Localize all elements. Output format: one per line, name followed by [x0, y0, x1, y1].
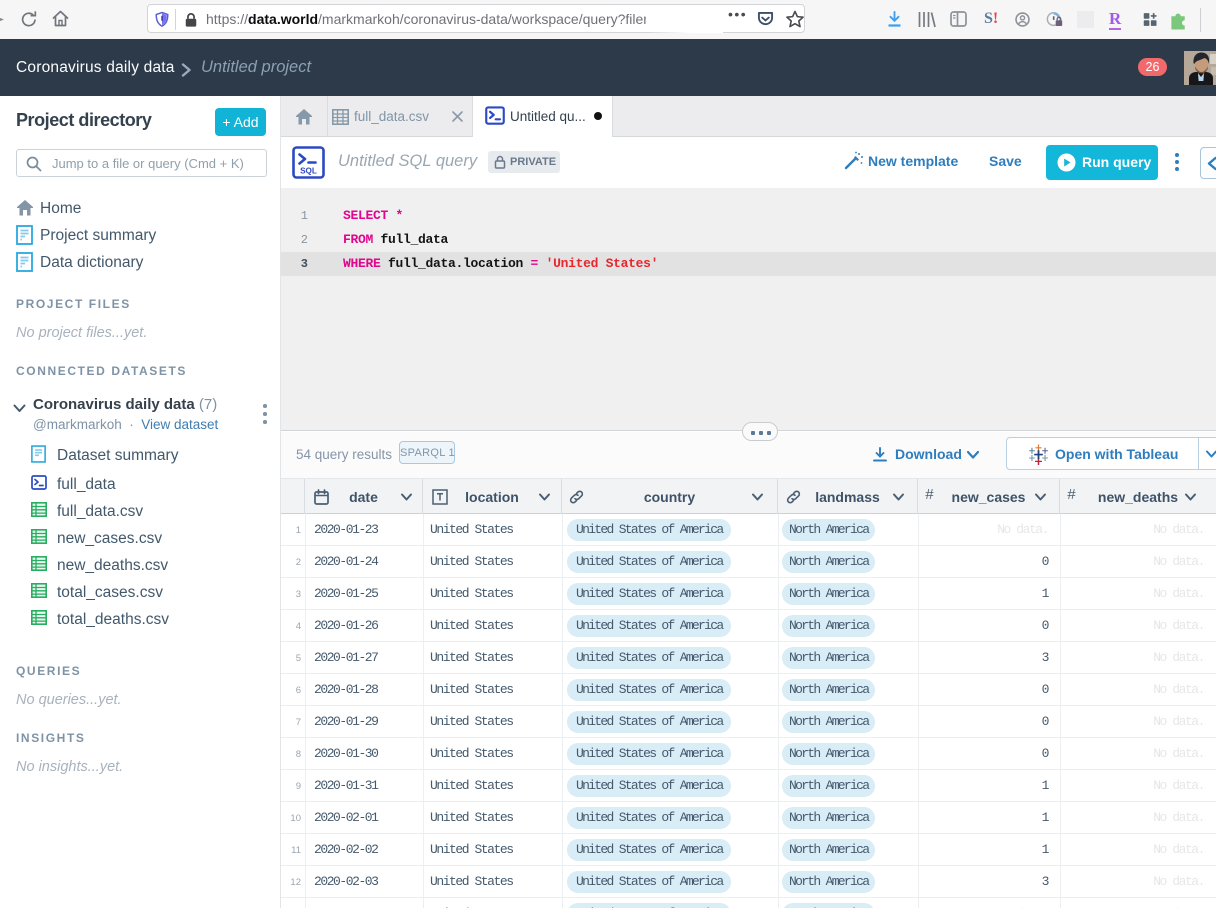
svg-text:SQL: SQL [300, 167, 317, 176]
